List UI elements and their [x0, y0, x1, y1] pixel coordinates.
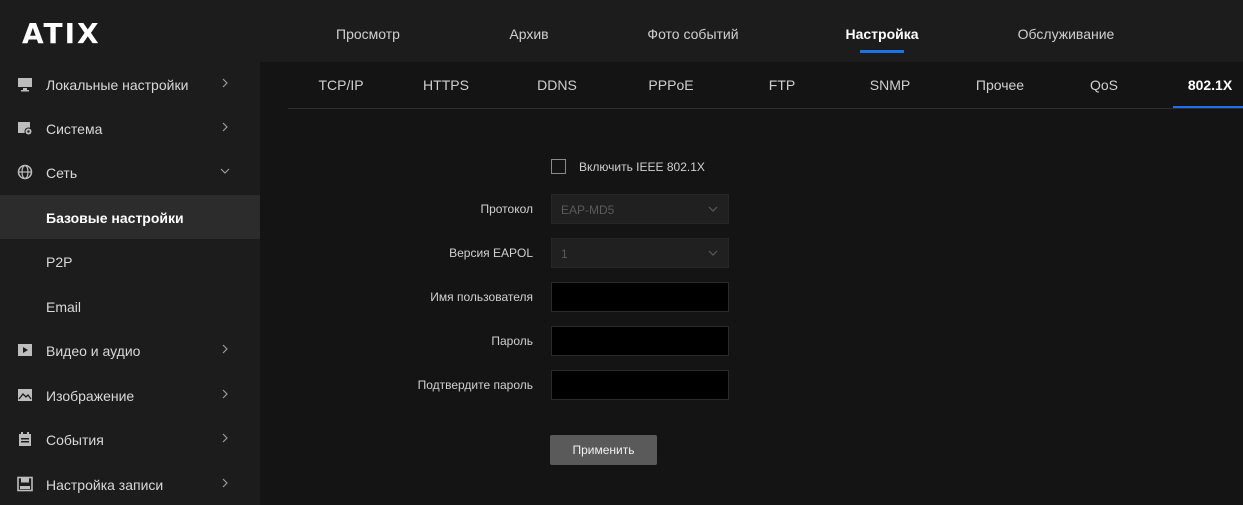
sidebar-subitem-label: Базовые настройки: [46, 210, 184, 226]
image-icon: [18, 389, 32, 401]
sidebar-item-video-audio[interactable]: Видео и аудио: [0, 328, 260, 372]
sidebar: Локальные настройки Система Сеть Базовые…: [0, 62, 260, 505]
nav-event-photos-label: Фото событий: [647, 26, 739, 42]
chevron-down-icon: [708, 206, 718, 212]
svg-text:ATIX: ATIX: [22, 17, 101, 47]
sidebar-item-label: Система: [46, 121, 103, 137]
sidebar-item-label: События: [46, 432, 104, 448]
sidebar-item-label: Локальные настройки: [46, 77, 189, 93]
apply-button[interactable]: Применить: [550, 435, 657, 465]
confirm-password-label: Подтвердите пароль: [417, 378, 533, 392]
video-play-icon: [18, 344, 32, 356]
sidebar-item-label: Настройка записи: [46, 477, 164, 493]
protocol-select[interactable]: EAP-MD5: [551, 194, 729, 224]
nav-active-underline: [860, 50, 904, 53]
tab-active-underline: [1173, 106, 1243, 108]
sidebar-item-label: Изображение: [46, 388, 135, 404]
nav-maintenance-label: Обслуживание: [1017, 26, 1115, 42]
subtab-bar: TCP/IP HTTPS DDNS PPPoE FTP SNMP Прочее …: [288, 62, 1243, 109]
nav-settings-label: Настройка: [845, 26, 919, 42]
chevron-right-icon: [222, 344, 228, 354]
eapol-version-select[interactable]: 1: [551, 238, 729, 268]
enable-8021x-checkbox[interactable]: [551, 159, 566, 174]
chevron-right-icon: [222, 78, 228, 88]
sidebar-subitem-label: P2P: [46, 254, 73, 270]
username-input[interactable]: [551, 282, 729, 312]
chevron-right-icon: [222, 389, 228, 399]
sidebar-subitem-p2p[interactable]: P2P: [0, 239, 260, 283]
sidebar-item-image[interactable]: Изображение: [0, 373, 260, 417]
enable-8021x-label: Включить IEEE 802.1X: [579, 160, 705, 174]
chevron-down-icon: [708, 250, 718, 256]
chevron-right-icon: [222, 433, 228, 443]
chevron-right-icon: [222, 478, 228, 488]
monitor-icon: [18, 78, 32, 92]
sidebar-item-label: Видео и аудио: [46, 343, 141, 359]
tab-label: QoS: [1089, 77, 1119, 93]
password-label: Пароль: [491, 334, 533, 348]
sidebar-subitem-email[interactable]: Email: [0, 284, 260, 328]
sidebar-subitem-label: Email: [46, 299, 82, 315]
nav-view-label: Просмотр: [336, 26, 400, 42]
sidebar-item-local-settings[interactable]: Локальные настройки: [0, 62, 260, 106]
content-panel: TCP/IP HTTPS DDNS PPPoE FTP SNMP Прочее …: [260, 62, 1243, 505]
network-globe-icon: [17, 164, 33, 180]
tab-label: TCP/IP: [318, 77, 364, 93]
chevron-right-icon: [222, 122, 228, 132]
protocol-value: EAP-MD5: [561, 203, 615, 217]
password-input[interactable]: [551, 326, 729, 356]
system-gear-icon: [18, 122, 33, 136]
confirm-password-input[interactable]: [551, 370, 729, 400]
nav-archive-label: Архив: [509, 26, 549, 42]
tab-label: DDNS: [537, 77, 577, 93]
tab-label: SNMP: [869, 77, 911, 93]
sidebar-item-label: Сеть: [46, 165, 78, 181]
sidebar-subitem-basic-settings[interactable]: Базовые настройки: [0, 195, 260, 239]
sidebar-item-network[interactable]: Сеть: [0, 150, 260, 194]
sidebar-item-system[interactable]: Система: [0, 106, 260, 150]
sidebar-item-recording[interactable]: Настройка записи: [0, 462, 260, 505]
sidebar-item-events[interactable]: События: [0, 417, 260, 461]
tab-label: Прочее: [975, 77, 1025, 93]
tab-label: 802.1X: [1187, 77, 1233, 93]
chevron-down-icon: [220, 168, 230, 174]
username-label: Имя пользователя: [430, 290, 533, 304]
eapol-version-value: 1: [561, 247, 568, 261]
tab-label: HTTPS: [423, 77, 469, 93]
top-bar: ATIX Просмотр Архив Фото событий Настрой…: [0, 0, 1243, 62]
tab-label: FTP: [768, 77, 796, 93]
events-calendar-icon: [19, 432, 31, 446]
tab-label: PPPoE: [648, 77, 694, 93]
storage-icon: [17, 476, 33, 492]
protocol-label: Протокол: [480, 202, 533, 216]
atix-logo: ATIX: [22, 17, 101, 47]
eapol-version-label: Версия EAPOL: [449, 246, 533, 260]
